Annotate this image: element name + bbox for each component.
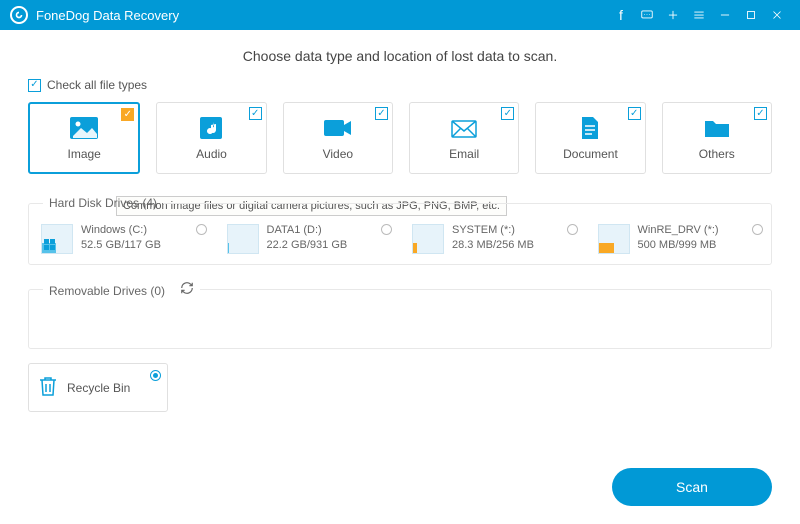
drive-item[interactable]: Windows (C:) 52.5 GB/117 GB bbox=[41, 224, 207, 254]
removable-legend: Removable Drives (0) bbox=[43, 281, 200, 298]
type-label: Email bbox=[449, 147, 479, 161]
folder-icon bbox=[702, 115, 732, 141]
hard-disk-drives-group: Hard Disk Drives (4) Windows (C:) 52.5 GB… bbox=[28, 196, 772, 265]
refresh-icon[interactable] bbox=[180, 281, 194, 298]
drive-name: SYSTEM (*:) bbox=[452, 224, 534, 236]
type-label: Image bbox=[67, 147, 100, 161]
radio-icon bbox=[381, 224, 392, 235]
type-label: Document bbox=[563, 147, 618, 161]
drive-name: DATA1 (D:) bbox=[267, 224, 348, 236]
drive-item[interactable]: DATA1 (D:) 22.2 GB/931 GB bbox=[227, 224, 393, 254]
type-label: Video bbox=[323, 147, 353, 161]
drive-name: WinRE_DRV (*:) bbox=[638, 224, 719, 236]
maximize-icon[interactable] bbox=[738, 0, 764, 30]
check-icon bbox=[501, 107, 514, 120]
close-icon[interactable] bbox=[764, 0, 790, 30]
drive-icon bbox=[227, 224, 259, 254]
app-logo-icon bbox=[10, 6, 28, 24]
type-others[interactable]: Others bbox=[662, 102, 772, 174]
page-headline: Choose data type and location of lost da… bbox=[28, 48, 772, 64]
check-icon bbox=[121, 108, 134, 121]
drive-name: Windows (C:) bbox=[81, 224, 161, 236]
radio-icon bbox=[752, 224, 763, 235]
removable-drives-group: Removable Drives (0) bbox=[28, 281, 772, 349]
type-label: Others bbox=[699, 147, 735, 161]
scan-label: Scan bbox=[676, 479, 708, 495]
radio-icon bbox=[567, 224, 578, 235]
recycle-bin-option[interactable]: Recycle Bin bbox=[28, 363, 168, 412]
app-title: FoneDog Data Recovery bbox=[36, 8, 179, 23]
drive-icon bbox=[412, 224, 444, 254]
drive-item[interactable]: WinRE_DRV (*:) 500 MB/999 MB bbox=[598, 224, 764, 254]
type-document[interactable]: Document bbox=[535, 102, 645, 174]
drive-size: 28.3 MB/256 MB bbox=[452, 239, 534, 251]
plus-icon[interactable] bbox=[660, 0, 686, 30]
hdd-legend: Hard Disk Drives (4) bbox=[43, 196, 163, 210]
titlebar: FoneDog Data Recovery f bbox=[0, 0, 800, 30]
drive-size: 52.5 GB/117 GB bbox=[81, 239, 161, 251]
drive-icon bbox=[41, 224, 73, 254]
type-audio[interactable]: Audio bbox=[156, 102, 266, 174]
feedback-icon[interactable] bbox=[634, 0, 660, 30]
radio-selected-icon bbox=[150, 370, 161, 381]
radio-icon bbox=[196, 224, 207, 235]
drive-icon bbox=[598, 224, 630, 254]
type-email[interactable]: Email bbox=[409, 102, 519, 174]
scan-button[interactable]: Scan bbox=[612, 468, 772, 506]
checkbox-icon bbox=[28, 79, 41, 92]
type-label: Audio bbox=[196, 147, 227, 161]
drive-size: 500 MB/999 MB bbox=[638, 239, 719, 251]
trash-icon bbox=[37, 374, 59, 401]
drive-size: 22.2 GB/931 GB bbox=[267, 239, 348, 251]
document-icon bbox=[575, 115, 605, 141]
check-all-label: Check all file types bbox=[47, 78, 147, 92]
video-icon bbox=[323, 115, 353, 141]
file-type-row: Image Audio Video Email bbox=[28, 102, 772, 174]
image-icon bbox=[69, 115, 99, 141]
menu-icon[interactable] bbox=[686, 0, 712, 30]
check-all-file-types[interactable]: Check all file types bbox=[28, 78, 772, 92]
type-video[interactable]: Video bbox=[283, 102, 393, 174]
drive-item[interactable]: SYSTEM (*:) 28.3 MB/256 MB bbox=[412, 224, 578, 254]
minimize-icon[interactable] bbox=[712, 0, 738, 30]
recycle-label: Recycle Bin bbox=[67, 381, 130, 395]
audio-icon bbox=[196, 115, 226, 141]
check-icon bbox=[628, 107, 641, 120]
type-image[interactable]: Image bbox=[28, 102, 140, 174]
email-icon bbox=[449, 115, 479, 141]
facebook-icon[interactable]: f bbox=[608, 0, 634, 30]
check-icon bbox=[754, 107, 767, 120]
check-icon bbox=[249, 107, 262, 120]
check-icon bbox=[375, 107, 388, 120]
